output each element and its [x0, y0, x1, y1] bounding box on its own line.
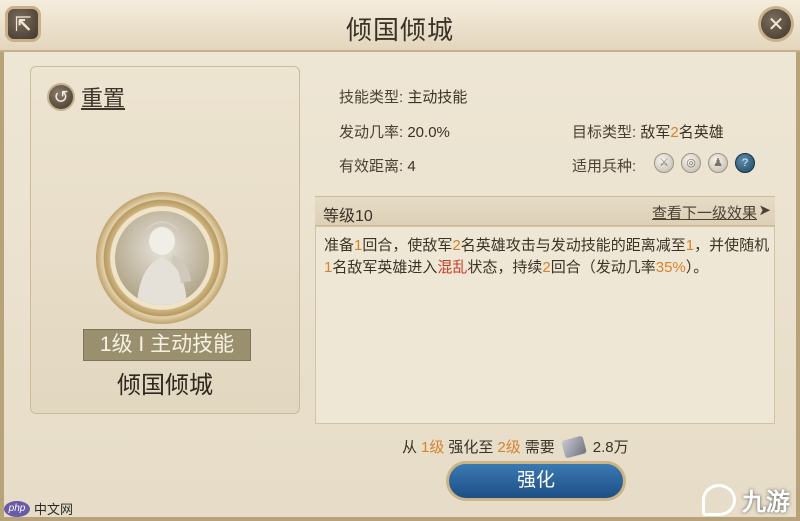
skill-name: 倾国倾城 [117, 372, 213, 399]
close-icon: ✕ [767, 13, 785, 36]
level-bar: 等级10 查看下一级效果 ➤ [315, 196, 775, 226]
watermark-badge: php [4, 500, 30, 517]
skill-portrait-frame [96, 192, 228, 324]
to-level: 2级 [497, 439, 521, 456]
title-bar: ⇱ 倾国倾城 ✕ [0, 0, 800, 52]
skill-portrait [115, 211, 209, 305]
level-label: 等级10 [323, 208, 373, 225]
reset-label: 重置 [81, 86, 126, 111]
scroll-icon [560, 434, 587, 459]
description-box: 准备1回合，使敌军2名英雄攻击与发动技能的距离减至1，并使随机1名敌军英雄进入混… [315, 226, 775, 424]
next-level-link[interactable]: 查看下一级效果 [652, 202, 757, 223]
dialog-title: 倾国倾城 [345, 15, 454, 45]
upgrade-button[interactable]: 强化 [446, 461, 626, 501]
skill-detail-panel: 等级10 查看下一级效果 ➤ 准备1回合，使敌军2名英雄攻击与发动技能的距离减至… [315, 66, 775, 424]
watermark-text: 中文网 [34, 502, 74, 517]
watermark-right: 九游 [702, 482, 790, 517]
upgrade-requirement: 从 1级 强化至 2级 需要 2.8万 [402, 434, 637, 459]
from-level: 1级 [421, 439, 445, 456]
skill-level-badge: 1级 I 主动技能 [83, 329, 251, 361]
reset-icon: ↺ [47, 83, 75, 111]
watermark-left: php 中文网 [4, 499, 73, 518]
status-effect: 混乱 [437, 259, 468, 276]
cost-amount: 2.8万 [592, 439, 629, 456]
arrow-right-icon: ➤ [758, 202, 771, 219]
reset-button[interactable]: ↺ 重置 [47, 81, 125, 113]
watermark-right-text: 九游 [742, 489, 790, 516]
watermark-logo-icon [702, 483, 736, 516]
skill-summary-panel: ↺ 重置 1级 I 主动技能 倾国倾城 [30, 66, 300, 414]
close-button[interactable]: ✕ [758, 6, 794, 42]
skill-description: 准备1回合，使敌军2名英雄攻击与发动技能的距离减至1，并使随机1名敌军英雄进入混… [324, 237, 770, 276]
